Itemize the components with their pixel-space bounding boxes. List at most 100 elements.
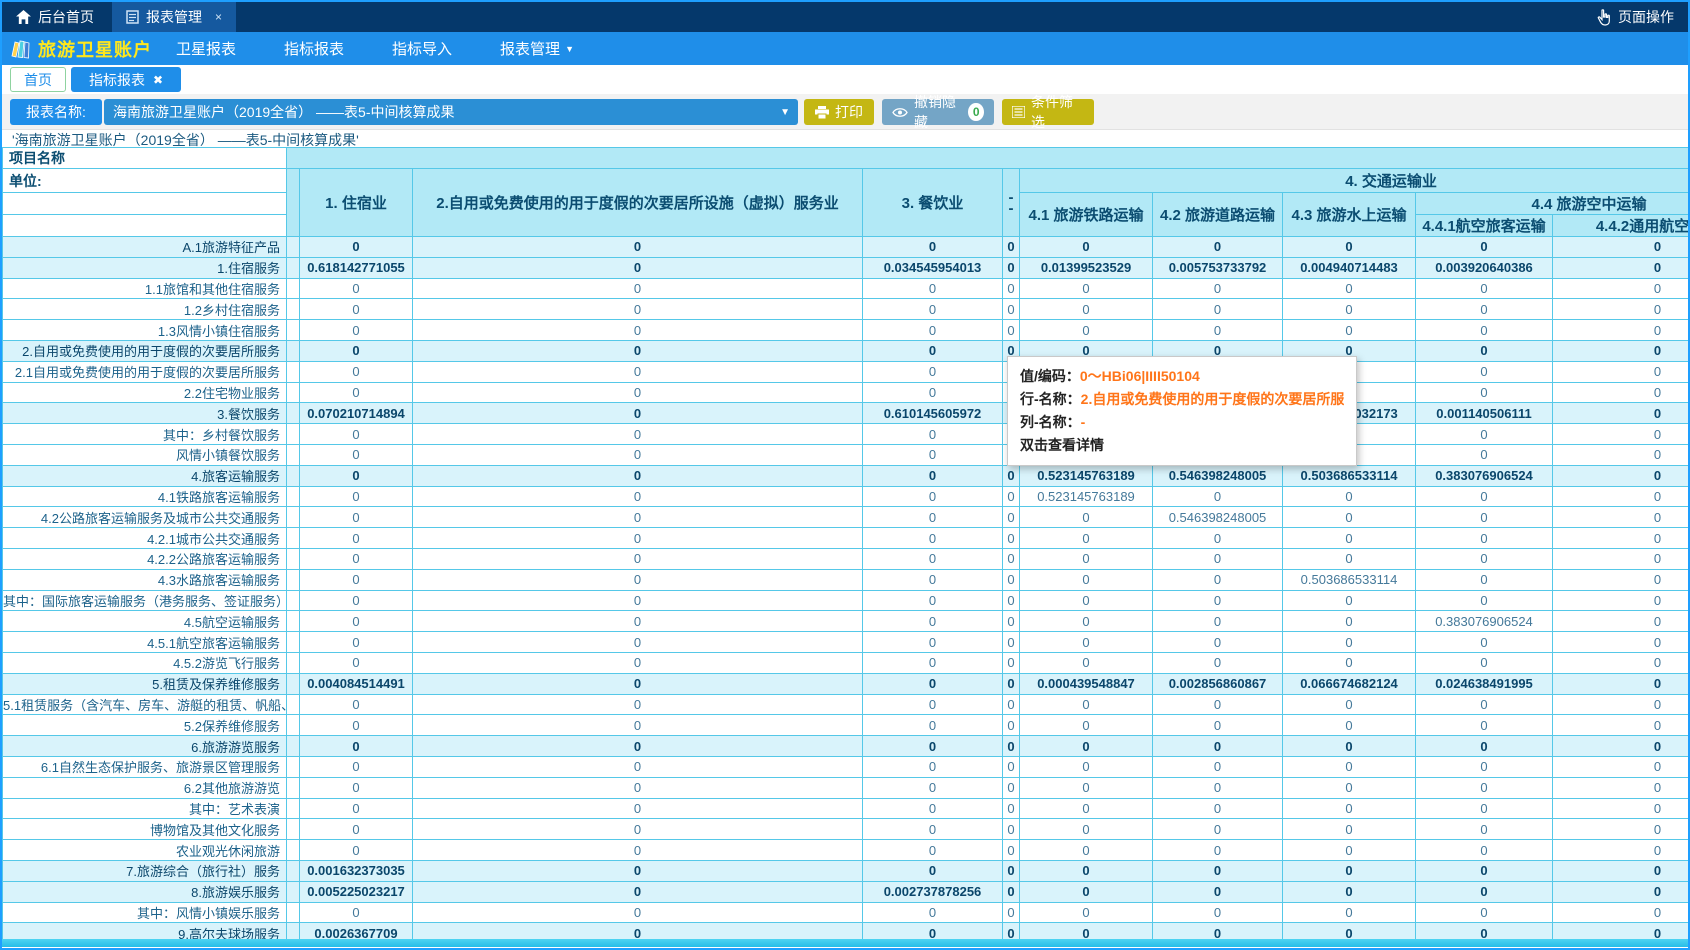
value-cell[interactable]: 0	[1153, 528, 1283, 549]
value-cell[interactable]: 0	[300, 278, 413, 299]
filter-button[interactable]: 条件筛选	[1002, 99, 1094, 125]
value-cell[interactable]: 0	[1003, 736, 1020, 757]
value-cell[interactable]: 0	[1416, 382, 1553, 403]
value-cell[interactable]: 0	[300, 444, 413, 465]
value-cell[interactable]: 0	[863, 486, 1003, 507]
value-cell[interactable]: 0	[1416, 361, 1553, 382]
value-cell[interactable]: 0	[1283, 902, 1416, 923]
value-cell[interactable]: 0	[1283, 881, 1416, 902]
value-cell[interactable]: 0	[1553, 340, 1689, 361]
value-cell[interactable]: 0	[1553, 756, 1689, 777]
value-cell[interactable]: 0	[863, 424, 1003, 445]
value-cell[interactable]: 0	[300, 320, 413, 341]
value-cell[interactable]: 0	[1153, 548, 1283, 569]
value-cell[interactable]: 0	[1416, 320, 1553, 341]
value-cell[interactable]: 0	[1416, 237, 1553, 258]
value-cell[interactable]: 0	[863, 299, 1003, 320]
value-cell[interactable]: 0	[300, 340, 413, 361]
value-cell[interactable]: 0.070210714894	[300, 403, 413, 424]
value-cell[interactable]: 0	[1416, 736, 1553, 757]
value-cell[interactable]: 0	[863, 840, 1003, 861]
value-cell[interactable]: 0	[1153, 486, 1283, 507]
value-cell[interactable]: 0	[1153, 632, 1283, 653]
value-cell[interactable]: 0	[1416, 632, 1553, 653]
value-cell[interactable]: 0	[1283, 694, 1416, 715]
value-cell[interactable]: 0.005225023217	[300, 881, 413, 902]
value-cell[interactable]: 0	[413, 590, 863, 611]
value-cell[interactable]: 0.003920640386	[1416, 257, 1553, 278]
value-cell[interactable]: 0	[300, 299, 413, 320]
value-cell[interactable]: 0	[1553, 548, 1689, 569]
col-header-general-aviation[interactable]: 4.4.2通用航空旅游	[1553, 215, 1689, 237]
value-cell[interactable]: 0	[413, 694, 863, 715]
nav-item-report-management[interactable]: 报表管理 ▼	[476, 32, 598, 65]
value-cell[interactable]: 0	[1553, 569, 1689, 590]
value-cell[interactable]: 0	[1020, 840, 1153, 861]
value-cell[interactable]: 0	[1020, 548, 1153, 569]
value-cell[interactable]: 0	[413, 424, 863, 445]
value-cell[interactable]: 0	[1416, 819, 1553, 840]
value-cell[interactable]: 0.0026367709	[300, 923, 413, 940]
value-cell[interactable]: 0	[413, 403, 863, 424]
value-cell[interactable]: 0	[863, 902, 1003, 923]
value-cell[interactable]: 0	[413, 881, 863, 902]
value-cell[interactable]: 0	[413, 632, 863, 653]
value-cell[interactable]: 0	[1153, 237, 1283, 258]
value-cell[interactable]: 0	[1553, 736, 1689, 757]
value-cell[interactable]: 0	[1553, 444, 1689, 465]
value-cell[interactable]: 0	[1003, 299, 1020, 320]
report-select[interactable]: 海南旅游卫星账户（2019全省） ——表5-中间核算成果 ▼	[104, 99, 798, 125]
value-cell[interactable]: 0	[1020, 507, 1153, 528]
value-cell[interactable]: 0	[413, 777, 863, 798]
value-cell[interactable]: 0	[1553, 465, 1689, 486]
value-cell[interactable]: 0.001632373035	[300, 860, 413, 881]
value-cell[interactable]: 0	[1283, 507, 1416, 528]
value-cell[interactable]: 0	[413, 299, 863, 320]
value-cell[interactable]: 0	[1020, 299, 1153, 320]
value-cell[interactable]: 0	[1416, 444, 1553, 465]
value-cell[interactable]: 0.503686533114	[1283, 465, 1416, 486]
value-cell[interactable]: 0	[1153, 299, 1283, 320]
value-cell[interactable]: 0	[300, 632, 413, 653]
value-cell[interactable]: 0.618142771055	[300, 257, 413, 278]
value-cell[interactable]: 0	[1416, 923, 1553, 940]
value-cell[interactable]: 0	[413, 486, 863, 507]
tab-close-icon[interactable]: ✖	[153, 73, 163, 87]
value-cell[interactable]: 0	[413, 860, 863, 881]
value-cell[interactable]: 0	[1003, 881, 1020, 902]
value-cell[interactable]: 0	[1153, 590, 1283, 611]
value-cell[interactable]: 0	[1416, 652, 1553, 673]
value-cell[interactable]: 0	[863, 320, 1003, 341]
value-cell[interactable]: 0	[1283, 715, 1416, 736]
value-cell[interactable]: 0	[1020, 528, 1153, 549]
value-cell[interactable]: 0	[1153, 923, 1283, 940]
value-cell[interactable]: 0	[1553, 590, 1689, 611]
value-cell[interactable]: 0	[1416, 424, 1553, 445]
value-cell[interactable]: 0	[300, 756, 413, 777]
value-cell[interactable]: 0	[1283, 237, 1416, 258]
value-cell[interactable]: 0	[1020, 694, 1153, 715]
value-cell[interactable]: 0	[1003, 486, 1020, 507]
value-cell[interactable]: 0	[1416, 860, 1553, 881]
value-cell[interactable]: 0	[413, 528, 863, 549]
value-cell[interactable]: 0	[1020, 798, 1153, 819]
value-cell[interactable]: 0	[413, 611, 863, 632]
value-cell[interactable]: 0.503686533114	[1283, 569, 1416, 590]
value-cell[interactable]: 0	[863, 798, 1003, 819]
value-cell[interactable]: 0	[1283, 652, 1416, 673]
value-cell[interactable]: 0	[1553, 860, 1689, 881]
value-cell[interactable]: 0.034545954013	[863, 257, 1003, 278]
value-cell[interactable]: 0	[1003, 673, 1020, 694]
value-cell[interactable]: 0	[863, 444, 1003, 465]
value-cell[interactable]: 0	[1020, 278, 1153, 299]
value-cell[interactable]: 0	[413, 320, 863, 341]
value-cell[interactable]: 0	[1020, 756, 1153, 777]
value-cell[interactable]: 0	[1283, 590, 1416, 611]
value-cell[interactable]: 0	[300, 548, 413, 569]
value-cell[interactable]: 0	[1003, 611, 1020, 632]
value-cell[interactable]: 0	[300, 590, 413, 611]
value-cell[interactable]: 0	[1553, 403, 1689, 424]
value-cell[interactable]: 0	[413, 819, 863, 840]
value-cell[interactable]: 0	[1283, 840, 1416, 861]
value-cell[interactable]: 0	[1553, 382, 1689, 403]
